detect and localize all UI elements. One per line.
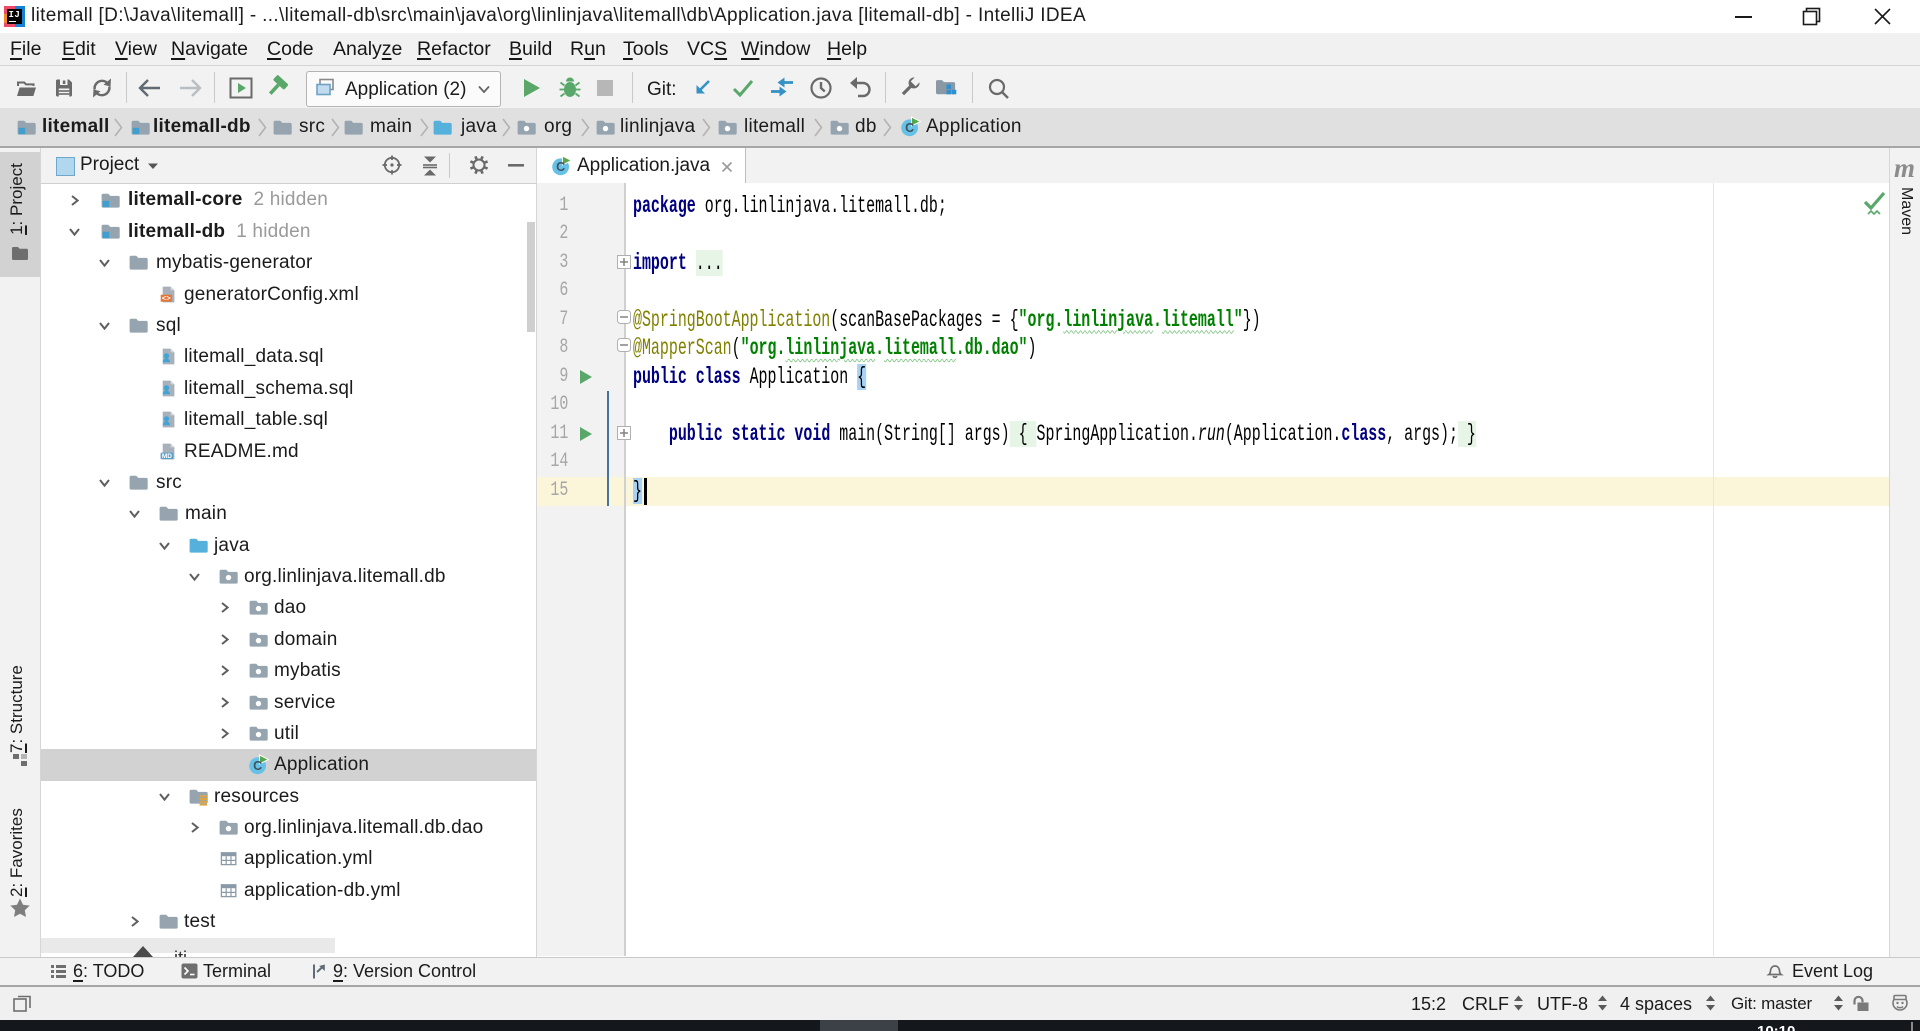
svg-text:<>: <> (162, 296, 172, 304)
svg-text:MD: MD (162, 453, 172, 460)
svg-text:C: C (253, 759, 262, 773)
svg-text:C: C (556, 160, 565, 174)
svg-text:C: C (905, 121, 914, 135)
